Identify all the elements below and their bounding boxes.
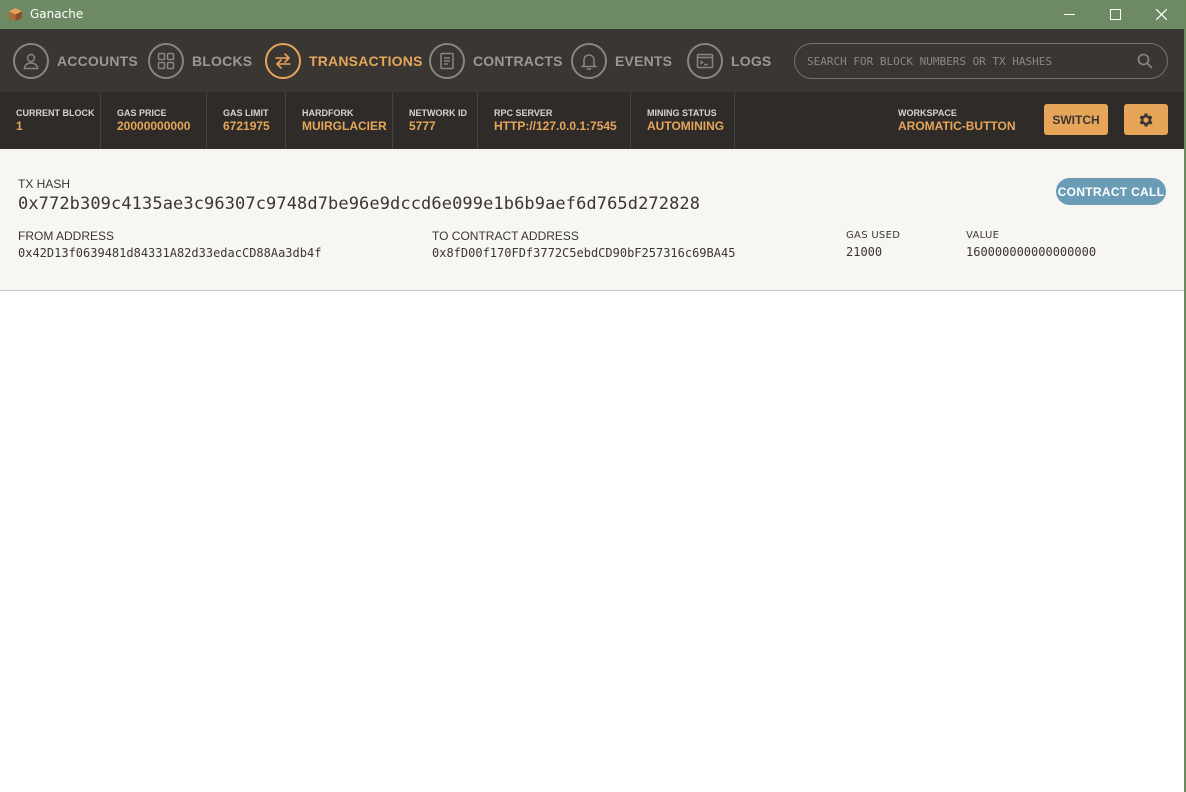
nav-blocks[interactable]: BLOCKS bbox=[148, 43, 252, 79]
nav-events-circle bbox=[571, 43, 607, 79]
gear-icon bbox=[1139, 112, 1153, 127]
nav-transactions-circle bbox=[265, 43, 301, 79]
mining-status-label: MINING STATUS bbox=[647, 108, 717, 118]
nav-accounts[interactable]: ACCOUNTS bbox=[13, 43, 138, 79]
nav-blocks-circle bbox=[148, 43, 184, 79]
minimize-button[interactable] bbox=[1046, 0, 1092, 29]
gas-limit-label: GAS LIMIT bbox=[223, 108, 269, 118]
nav-blocks-label: BLOCKS bbox=[192, 53, 253, 69]
swap-arrows-icon bbox=[275, 53, 291, 69]
title-bar[interactable]: Ganache bbox=[0, 0, 1184, 29]
tx-hash-label: TX HASH bbox=[18, 177, 71, 191]
rpc-server-label: RPC SERVER bbox=[494, 108, 553, 118]
close-button[interactable] bbox=[1138, 0, 1184, 29]
user-icon bbox=[23, 53, 39, 70]
main-nav: ACCOUNTS BLOCKS TRANSACTIONS CONTRACTS E… bbox=[0, 29, 1184, 92]
mining-status-value: AUTOMINING bbox=[647, 119, 725, 133]
maximize-button[interactable] bbox=[1092, 0, 1138, 29]
to-address-label: TO CONTRACT ADDRESS bbox=[432, 229, 579, 243]
current-block-value: 1 bbox=[16, 119, 23, 133]
gas-price-label: GAS PRICE bbox=[117, 108, 167, 118]
value-amount: 160000000000000000 bbox=[966, 245, 1097, 259]
stat-gas-price: GAS PRICE 20000000000 bbox=[101, 92, 207, 149]
contract-call-badge: CONTRACT CALL bbox=[1056, 178, 1166, 205]
status-bar: CURRENT BLOCK 1 GAS PRICE 20000000000 GA… bbox=[0, 92, 1184, 149]
document-icon bbox=[440, 52, 454, 70]
value-label: VALUE bbox=[966, 230, 1000, 241]
to-address-value: 0x8fD00f170FDf3772C5ebdCD90bF257316c69BA… bbox=[432, 246, 736, 260]
nav-contracts-circle bbox=[429, 43, 465, 79]
nav-logs-label: LOGS bbox=[731, 53, 772, 69]
nav-events-label: EVENTS bbox=[615, 53, 673, 69]
nav-events[interactable]: EVENTS bbox=[571, 43, 672, 79]
nav-logs-circle bbox=[687, 43, 723, 79]
stat-current-block: CURRENT BLOCK 1 bbox=[0, 92, 101, 149]
nav-transactions-label: TRANSACTIONS bbox=[309, 53, 423, 69]
gas-used-value: 21000 bbox=[846, 245, 883, 259]
close-icon bbox=[1155, 9, 1167, 20]
nav-contracts[interactable]: CONTRACTS bbox=[429, 43, 563, 79]
switch-workspace-button[interactable]: SWITCH bbox=[1044, 104, 1108, 135]
search-icon[interactable] bbox=[1137, 53, 1153, 69]
settings-button[interactable] bbox=[1124, 104, 1168, 135]
network-id-label: NETWORK ID bbox=[409, 108, 467, 118]
stat-gas-limit: GAS LIMIT 6721975 bbox=[207, 92, 286, 149]
stat-mining-status: MINING STATUS AUTOMINING bbox=[631, 92, 735, 149]
terminal-icon bbox=[696, 53, 714, 69]
maximize-icon bbox=[1109, 9, 1121, 20]
stat-network-id: NETWORK ID 5777 bbox=[393, 92, 478, 149]
search-box[interactable] bbox=[794, 43, 1168, 79]
nav-accounts-circle bbox=[13, 43, 49, 79]
nav-logs[interactable]: LOGS bbox=[687, 43, 771, 79]
workspace-label: WORKSPACE bbox=[898, 108, 957, 118]
minimize-icon bbox=[1063, 14, 1075, 15]
stat-rpc-server: RPC SERVER HTTP://127.0.0.1:7545 bbox=[478, 92, 631, 149]
from-address-label: FROM ADDRESS bbox=[18, 229, 115, 243]
gas-used-label: GAS USED bbox=[846, 230, 901, 241]
network-id-value: 5777 bbox=[409, 119, 436, 133]
nav-transactions[interactable]: TRANSACTIONS bbox=[265, 43, 423, 79]
grid-icon bbox=[157, 52, 175, 70]
tx-hash-value: 0x772b309c4135ae3c96307c9748d7be96e9dccd… bbox=[18, 194, 701, 214]
ganache-logo-icon bbox=[8, 7, 23, 22]
nav-contracts-label: CONTRACTS bbox=[473, 53, 563, 69]
current-block-label: CURRENT BLOCK bbox=[16, 108, 95, 118]
hardfork-label: HARDFORK bbox=[302, 108, 354, 118]
stat-hardfork: HARDFORK MUIRGLACIER bbox=[286, 92, 393, 149]
hardfork-value: MUIRGLACIER bbox=[302, 119, 387, 133]
transaction-detail: TX HASH 0x772b309c4135ae3c96307c9748d7be… bbox=[0, 149, 1184, 291]
gas-limit-value: 6721975 bbox=[223, 119, 270, 133]
gas-price-value: 20000000000 bbox=[117, 119, 191, 133]
bell-icon bbox=[580, 54, 598, 70]
window-title: Ganache bbox=[30, 7, 84, 21]
from-address-value: 0x42D13f0639481d84331A82d33edacCD88Aa3db… bbox=[18, 246, 322, 260]
search-input[interactable] bbox=[807, 52, 1127, 70]
app-window: Ganache ACCOUNTS BLOCKS TRANSACTIONS CON… bbox=[0, 0, 1186, 792]
workspace-name: AROMATIC-BUTTON bbox=[898, 119, 1016, 133]
nav-accounts-label: ACCOUNTS bbox=[57, 53, 138, 69]
rpc-server-value: HTTP://127.0.0.1:7545 bbox=[494, 119, 617, 133]
